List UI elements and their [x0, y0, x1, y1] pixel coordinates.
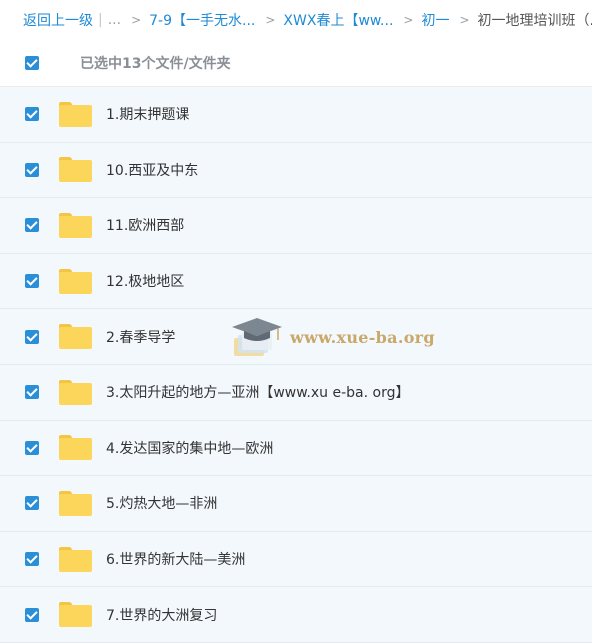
row-checkbox[interactable] [25, 552, 39, 567]
chevron-right-icon: > [459, 13, 470, 27]
row-checkbox[interactable] [25, 329, 39, 344]
list-item[interactable]: 6.世界的新大陆—美洲 [0, 531, 592, 588]
file-name[interactable]: 2.春季导学 [106, 327, 175, 347]
chevron-right-icon: > [265, 13, 276, 27]
folder-icon [59, 157, 92, 183]
file-name[interactable]: 4.发达国家的集中地—欧洲 [106, 438, 273, 458]
chevron-right-icon: > [403, 13, 414, 27]
breadcrumb-item[interactable]: 7-9【一手无水... [149, 10, 255, 30]
file-name[interactable]: 12.极地地区 [106, 271, 184, 291]
file-name[interactable]: 3.太阳升起的地方—亚洲【www.xu e-ba. org】 [106, 382, 409, 402]
list-item[interactable]: 12.极地地区 [0, 253, 592, 310]
file-name[interactable]: 11.欧洲西部 [106, 215, 184, 235]
breadcrumb-current: 初一地理培训班（... [477, 13, 592, 29]
file-name[interactable]: 10.西亚及中东 [106, 160, 198, 180]
file-name[interactable]: 6.世界的新大陆—美洲 [106, 549, 245, 569]
list-item[interactable]: 11.欧洲西部 [0, 198, 592, 254]
list-item[interactable]: 10.西亚及中东 [0, 142, 592, 199]
list-item[interactable]: 7.世界的大洲复习 [0, 587, 592, 643]
row-checkbox[interactable] [25, 385, 39, 400]
list-item[interactable]: 5.灼热大地—非洲 [0, 476, 592, 532]
breadcrumb-divider: | [98, 12, 103, 28]
breadcrumb-ellipsis[interactable]: ... [108, 12, 121, 28]
row-checkbox[interactable] [25, 162, 39, 177]
file-name[interactable]: 5.灼热大地—非洲 [106, 493, 217, 513]
folder-icon [59, 101, 92, 127]
file-name[interactable]: 1.期末押题课 [106, 104, 189, 124]
folder-icon [59, 379, 92, 405]
row-checkbox[interactable] [25, 107, 39, 122]
folder-icon [59, 490, 92, 516]
list-item[interactable]: 3.太阳升起的地方—亚洲【www.xu e-ba. org】 [0, 364, 592, 421]
folder-icon [59, 546, 92, 572]
breadcrumb-item[interactable]: 初一 [421, 10, 449, 30]
row-checkbox[interactable] [25, 440, 39, 455]
list-item[interactable]: 2.春季导学 [0, 309, 592, 365]
folder-icon [59, 602, 92, 628]
row-checkbox[interactable] [25, 274, 39, 289]
row-checkbox[interactable] [25, 607, 39, 622]
folder-icon [59, 268, 92, 294]
row-checkbox[interactable] [25, 218, 39, 233]
back-link[interactable]: 返回上一级 [23, 10, 93, 30]
selection-header: 已选中13个文件/文件夹 [0, 40, 592, 87]
folder-icon [59, 324, 92, 350]
file-name[interactable]: 7.世界的大洲复习 [106, 605, 217, 625]
chevron-right-icon: > [131, 13, 142, 27]
list-item[interactable]: 1.期末押题课 [0, 87, 592, 143]
breadcrumb-item[interactable]: XWX春上【ww... [283, 10, 393, 30]
list-item[interactable]: 4.发达国家的集中地—欧洲 [0, 420, 592, 477]
selection-count: 已选中13个文件/文件夹 [80, 56, 231, 72]
folder-icon [59, 212, 92, 238]
breadcrumb: 返回上一级 | ... > 7-9【一手无水... > XWX春上【ww... … [0, 0, 592, 40]
select-all-checkbox[interactable] [25, 56, 39, 70]
file-list: 1.期末押题课 10.西亚及中东 11.欧洲西部 12.极地地区 2.春季导学 3.太阳升… [0, 87, 592, 643]
folder-icon [59, 435, 92, 461]
row-checkbox[interactable] [25, 496, 39, 511]
